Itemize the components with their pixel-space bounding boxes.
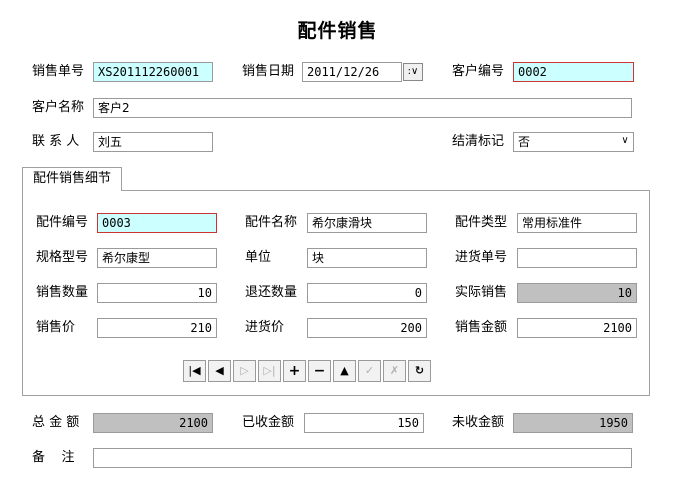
spec-field[interactable]: 希尔康型 [97,248,217,268]
settled-value: 否 [518,135,531,149]
part-name-label: 配件名称 [245,215,298,230]
spec-label: 规格型号 [36,250,89,265]
purchase-price-field[interactable]: 200 [307,318,427,338]
remark-label: 备 注 [32,450,75,465]
customer-name-field[interactable]: 客户2 [93,98,632,118]
customer-name-label: 客户名称 [32,100,85,115]
sale-amount-field[interactable]: 2100 [517,318,637,338]
sale-qty-field[interactable]: 10 [97,283,217,303]
sale-qty-label: 销售数量 [36,285,89,300]
date-picker-button[interactable]: :∨ [403,63,423,81]
post-icon: ✓ [364,364,375,377]
remark-field[interactable] [93,448,632,468]
settled-label: 结清标记 [452,134,505,149]
actual-sale-field: 10 [517,283,637,303]
part-type-label: 配件类型 [455,215,508,230]
cancel-record-button[interactable]: ✗ [383,360,406,382]
return-qty-label: 退还数量 [245,285,298,300]
edit-icon: ▲ [340,364,349,377]
delete-record-button[interactable]: − [308,360,331,382]
purchase-no-field[interactable] [517,248,637,268]
last-record-button[interactable]: ▷| [258,360,281,382]
sale-price-field[interactable]: 210 [97,318,217,338]
customer-no-field[interactable]: 0002 [513,62,634,82]
received-field[interactable]: 150 [304,413,424,433]
next-icon: ▷ [240,364,249,377]
unreceived-label: 未收金额 [452,415,505,430]
received-label: 已收金额 [242,415,295,430]
customer-no-label: 客户编号 [452,64,505,79]
sale-amount-label: 销售金额 [455,320,508,335]
sale-no-field[interactable]: XS201112260001 [93,62,213,82]
part-no-label: 配件编号 [36,215,89,230]
chevron-down-icon[interactable]: ∨ [617,133,633,151]
sale-date-field[interactable]: 2011/12/26 [302,62,402,82]
contact-field[interactable]: 刘五 [93,132,213,152]
first-icon: |◀ [188,364,201,377]
refresh-icon: ↻ [414,364,425,377]
insert-record-button[interactable]: + [283,360,306,382]
cancel-icon: ✗ [389,364,400,377]
purchase-price-label: 进货价 [245,320,285,335]
tab-detail[interactable]: 配件销售细节 [22,167,122,190]
refresh-button[interactable]: ↻ [408,360,431,382]
part-name-field[interactable]: 希尔康滑块 [307,213,427,233]
last-icon: ▷| [263,364,276,377]
total-field: 2100 [93,413,213,433]
chevron-down-icon: :∨ [407,66,419,77]
actual-sale-label: 实际销售 [455,285,508,300]
unit-label: 单位 [245,250,272,265]
prior-record-button[interactable]: ◀ [208,360,231,382]
edit-record-button[interactable]: ▲ [333,360,356,382]
delete-icon: − [313,363,326,379]
contact-label: 联 系 人 [32,134,80,149]
record-navigator: |◀ ◀ ▷ ▷| + − ▲ ✓ ✗ ↻ [183,360,433,382]
part-no-field[interactable]: 0003 [97,213,217,233]
post-record-button[interactable]: ✓ [358,360,381,382]
unit-field[interactable]: 块 [307,248,427,268]
total-label: 总 金 额 [32,415,80,430]
prior-icon: ◀ [215,364,224,377]
purchase-no-label: 进货单号 [455,250,508,265]
form-title: 配件销售 [297,20,378,42]
next-record-button[interactable]: ▷ [233,360,256,382]
unreceived-field: 1950 [513,413,633,433]
insert-icon: + [288,363,301,379]
sale-no-label: 销售单号 [32,64,85,79]
first-record-button[interactable]: |◀ [183,360,206,382]
return-qty-field[interactable]: 0 [307,283,427,303]
sale-date-label: 销售日期 [242,64,295,79]
sale-price-label: 销售价 [36,320,76,335]
settled-select[interactable]: 否 [513,132,634,152]
part-type-field[interactable]: 常用标准件 [517,213,637,233]
